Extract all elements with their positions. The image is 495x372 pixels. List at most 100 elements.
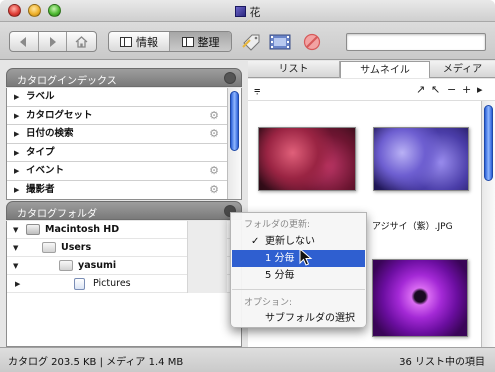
thumbnail-hydrangea-red[interactable] bbox=[258, 127, 356, 191]
catalog-index-title: カタログインデックス bbox=[17, 76, 117, 87]
disclosure-closed-icon[interactable]: ▶ bbox=[14, 144, 19, 162]
collapse-arrow-icon[interactable]: ↖ bbox=[431, 83, 440, 96]
disclosure-open-icon[interactable]: ▼ bbox=[13, 239, 18, 257]
tab-list[interactable]: リスト bbox=[248, 61, 340, 78]
filmstrip-icon bbox=[269, 34, 291, 49]
left-panel: カタログインデックス ▶ ラベル ▶ カタログセット ⚙ ▶ 日付の検索 ⚙ ▶ タイプ ▶ イベント… bbox=[0, 61, 243, 347]
view-mode-segment: 情報 整理 bbox=[108, 31, 232, 52]
hard-disk-icon bbox=[26, 224, 40, 235]
thumbnail-toolbar: ⩦ ↗ ↖ − + ▸ bbox=[248, 79, 495, 101]
thumbnail-scrollbar[interactable] bbox=[481, 101, 495, 347]
catalog-index-label: イベント bbox=[26, 165, 65, 177]
catalog-index-item[interactable]: ▶ イベント ⚙ bbox=[7, 162, 241, 181]
folder-count-cell bbox=[187, 221, 227, 239]
info-window-icon bbox=[120, 36, 132, 47]
menu-item-label: サブフォルダの選択 bbox=[265, 313, 355, 324]
catalog-index-item[interactable]: ▶ 撮影者 ⚙ bbox=[7, 181, 241, 199]
catalog-index-item[interactable]: ▶ ラベル bbox=[7, 88, 241, 107]
disclosure-closed-icon[interactable]: ▶ bbox=[14, 181, 19, 199]
menu-header-options: オプション: bbox=[244, 298, 293, 308]
folder-row-macintosh-hd[interactable]: ▼ Macintosh HD bbox=[7, 221, 241, 239]
gear-icon[interactable]: ⚙ bbox=[209, 162, 219, 180]
window-title-area: 花 bbox=[0, 4, 495, 20]
grid-size-icon[interactable]: ▸ bbox=[477, 83, 483, 96]
disclosure-open-icon[interactable]: ▼ bbox=[13, 257, 18, 275]
disclosure-closed-icon[interactable]: ▶ bbox=[14, 125, 19, 143]
catalog-index-item[interactable]: ▶ カタログセット ⚙ bbox=[7, 107, 241, 126]
folder-row-users[interactable]: ▼ Users bbox=[7, 239, 241, 257]
search-input[interactable] bbox=[346, 33, 486, 51]
menu-item-label: 5 分毎 bbox=[265, 270, 295, 281]
catalog-index-item[interactable]: ▶ 日付の検索 ⚙ bbox=[7, 125, 241, 144]
catalog-index-menu-button[interactable] bbox=[224, 72, 236, 84]
catalog-index-label: タイプ bbox=[26, 146, 55, 158]
gear-icon[interactable]: ⚙ bbox=[209, 107, 219, 125]
menu-separator bbox=[232, 289, 365, 290]
thumbnail-caption: アジサイ（紫）.JPG bbox=[372, 222, 453, 232]
catalog-index-label: ラベル bbox=[26, 91, 55, 102]
info-button[interactable]: 情報 bbox=[109, 32, 171, 51]
forward-arrow-icon bbox=[50, 36, 56, 47]
disclosure-closed-icon[interactable]: ▶ bbox=[14, 107, 19, 125]
pictures-folder-icon bbox=[74, 278, 85, 290]
catalog-index-header[interactable]: カタログインデックス bbox=[6, 68, 242, 87]
gear-icon[interactable]: ⚙ bbox=[209, 181, 219, 199]
scroll-thumb[interactable] bbox=[230, 91, 239, 151]
toolbar: 情報 整理 bbox=[0, 22, 495, 60]
delete-button[interactable] bbox=[301, 32, 323, 51]
info-label: 情報 bbox=[136, 35, 158, 49]
status-item-count: 36 リスト中の項目 bbox=[399, 357, 485, 368]
thumbnail-hydrangea-purple[interactable] bbox=[373, 127, 469, 191]
folder-count-cell bbox=[187, 239, 227, 257]
slideshow-button[interactable] bbox=[269, 32, 291, 51]
back-button[interactable] bbox=[10, 32, 39, 51]
catalog-folder-header[interactable]: カタログフォルダ bbox=[6, 201, 242, 220]
expand-arrow-icon[interactable]: ↗ bbox=[416, 83, 425, 96]
sort-icon[interactable]: ⩦ bbox=[254, 83, 260, 97]
forward-button[interactable] bbox=[39, 32, 68, 51]
catalog-index-label: 日付の検索 bbox=[26, 128, 74, 140]
organize-label: 整理 bbox=[197, 35, 220, 49]
folder-row-yasumi[interactable]: ▼ yasumi bbox=[7, 257, 241, 275]
checkmark-icon: ✓ bbox=[251, 236, 260, 247]
app-window: 花 情報 整理 カタログインデックス ▶ ラベル ▶ カタログセット ⚙ ▶ 日… bbox=[0, 0, 495, 372]
tab-media[interactable]: メディア bbox=[430, 61, 495, 78]
tab-thumbnail[interactable]: サムネイル bbox=[340, 61, 430, 78]
home-button[interactable] bbox=[67, 32, 96, 51]
folder-label: Pictures bbox=[93, 278, 131, 289]
disclosure-closed-icon[interactable]: ▶ bbox=[14, 162, 19, 180]
home-icon bbox=[75, 35, 88, 48]
zoom-in-icon[interactable]: + bbox=[462, 83, 471, 96]
menu-header-folder-update: フォルダの更新: bbox=[244, 220, 311, 230]
catalog-folder-list: ▼ Macintosh HD ▼ Users ▼ yasumi ▶ Pictur… bbox=[6, 221, 242, 347]
scroll-thumb[interactable] bbox=[484, 105, 493, 181]
gear-icon[interactable]: ⚙ bbox=[209, 125, 219, 143]
menu-item-select-subfolders[interactable]: サブフォルダの選択 bbox=[232, 310, 365, 327]
menu-item-label: 1 分毎 bbox=[265, 253, 295, 264]
folder-label: Macintosh HD bbox=[45, 224, 120, 235]
disclosure-open-icon[interactable]: ▼ bbox=[13, 221, 18, 239]
tag-icon bbox=[242, 34, 260, 51]
menu-item-label: 更新しない bbox=[265, 236, 315, 247]
catalog-document-icon bbox=[234, 6, 246, 17]
no-entry-icon bbox=[303, 33, 321, 50]
window-title: 花 bbox=[249, 6, 261, 19]
folder-label: Users bbox=[61, 242, 92, 253]
folder-update-menu: フォルダの更新: ✓ 更新しない 1 分毎 5 分毎 オプション: サブフォルダ… bbox=[230, 212, 367, 328]
label-tag-button[interactable] bbox=[241, 32, 263, 51]
zoom-out-icon[interactable]: − bbox=[447, 83, 456, 96]
status-bar: カタログ 203.5 KB | メディア 1.4 MB 36 リスト中の項目 bbox=[0, 347, 495, 372]
organize-button[interactable]: 整理 bbox=[170, 32, 231, 51]
catalog-index-label: 撮影者 bbox=[26, 183, 55, 195]
catalog-index-scrollbar[interactable] bbox=[227, 88, 241, 199]
navigation-segment bbox=[9, 31, 97, 52]
catalog-index-list: ▶ ラベル ▶ カタログセット ⚙ ▶ 日付の検索 ⚙ ▶ タイプ ▶ イベント ⚙ ▶ 撮影者 ⚙ bbox=[6, 88, 242, 200]
view-tabs: リスト サムネイル メディア bbox=[248, 61, 495, 78]
disclosure-closed-icon[interactable]: ▶ bbox=[15, 275, 20, 293]
folder-icon bbox=[59, 260, 73, 271]
thumbnail-anemone-purple[interactable] bbox=[372, 259, 468, 337]
disclosure-closed-icon[interactable]: ▶ bbox=[14, 88, 19, 106]
menu-item-every-5-minutes[interactable]: 5 分毎 bbox=[232, 267, 365, 284]
catalog-index-item[interactable]: ▶ タイプ bbox=[7, 144, 241, 163]
folder-row-pictures[interactable]: ▶ Pictures bbox=[7, 275, 241, 293]
